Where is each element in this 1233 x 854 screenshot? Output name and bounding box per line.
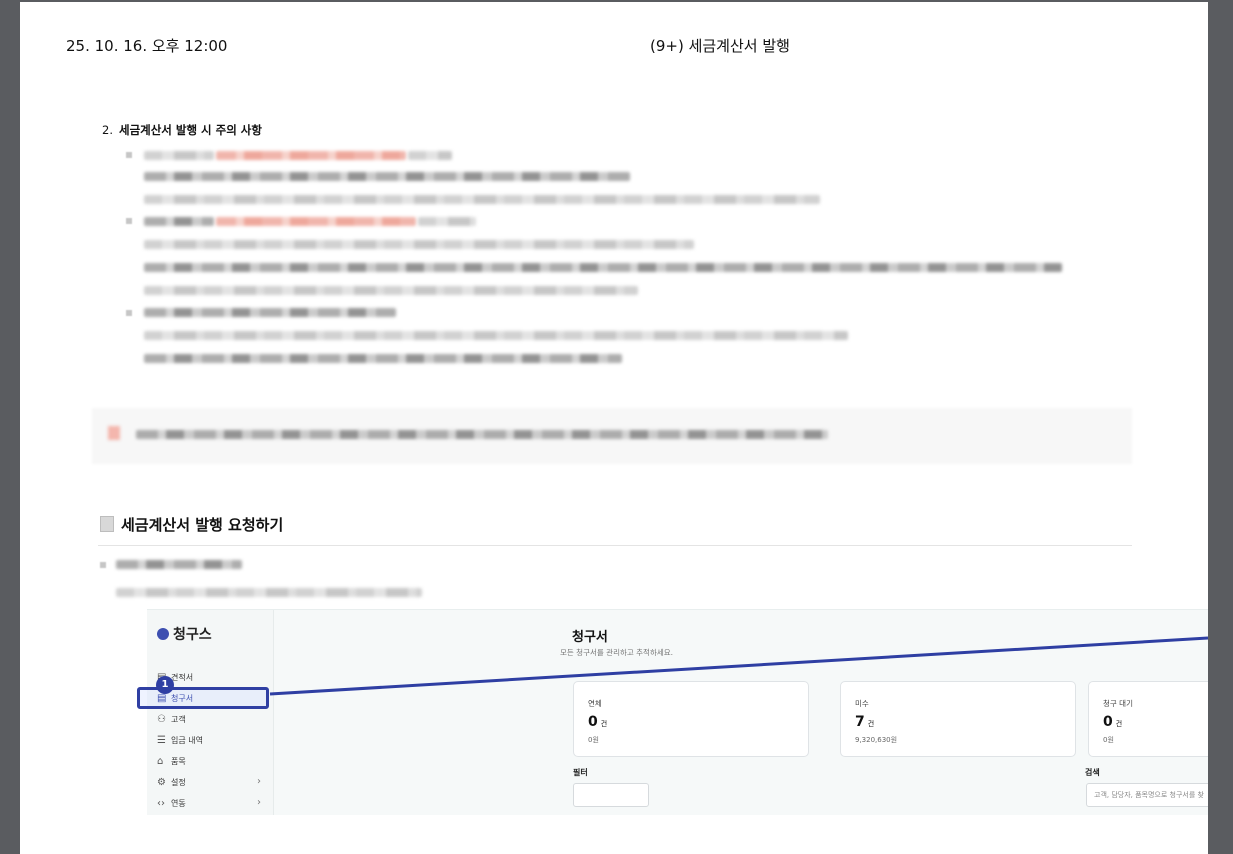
document-page: 25. 10. 16. 오후 12:00 (9+) 세금계산서 발행 2. 세금계… bbox=[20, 2, 1208, 854]
connector-line bbox=[269, 636, 1208, 696]
annotation-connector bbox=[269, 636, 1208, 696]
step-badge: 1 bbox=[156, 676, 174, 694]
